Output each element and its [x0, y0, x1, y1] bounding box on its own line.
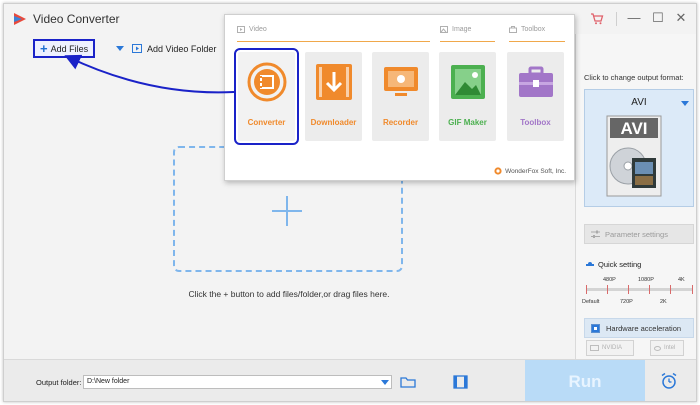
gif-maker-icon: [451, 65, 485, 99]
quality-mark[interactable]: [670, 285, 671, 294]
add-files-dropdown-arrow[interactable]: [116, 46, 124, 51]
category-toolbox-label: Toolbox: [521, 26, 546, 33]
svg-text:AVI: AVI: [620, 119, 647, 138]
tile-gif-maker[interactable]: GIF Maker: [439, 52, 496, 141]
intel-option[interactable]: Intel: [650, 340, 684, 356]
quality-slider-marks[interactable]: [586, 285, 693, 294]
tile-recorder[interactable]: Recorder: [372, 52, 429, 141]
output-folder-label: Output folder:: [36, 378, 82, 387]
minimize-button[interactable]: —: [625, 10, 643, 26]
maximize-button[interactable]: ☐: [649, 10, 667, 26]
output-format-label: Click to change output format:: [584, 73, 684, 82]
avi-format-icon: AVI: [606, 115, 662, 197]
titlebar-separator: [616, 12, 617, 26]
category-image-line: [440, 41, 495, 42]
intel-icon: [654, 345, 661, 351]
add-video-folder-label: Add Video Folder: [147, 43, 217, 54]
add-files-label: Add Files: [50, 43, 89, 54]
tile-converter[interactable]: Converter: [234, 48, 299, 145]
nvidia-label: NVIDIA: [602, 345, 623, 351]
app-title: Video Converter: [33, 12, 120, 26]
alarm-clock-icon[interactable]: [660, 372, 678, 390]
quality-mark[interactable]: [649, 285, 650, 294]
quality-tick-4k: 4K: [678, 277, 685, 283]
quality-mark[interactable]: [692, 285, 693, 294]
nvidia-icon: [590, 345, 599, 351]
output-format-selector[interactable]: AVI AVI: [584, 89, 694, 207]
tile-converter-label: Converter: [247, 118, 286, 127]
output-media-icon[interactable]: [453, 375, 468, 389]
tile-toolbox[interactable]: Toolbox: [507, 52, 564, 141]
converter-icon: [247, 62, 287, 102]
close-button[interactable]: ✕: [672, 10, 690, 26]
drop-plus-icon-vertical[interactable]: [286, 196, 288, 226]
folder-video-icon: [132, 44, 142, 53]
toolbox-category-icon: [509, 26, 517, 33]
parameter-settings-button[interactable]: Parameter settings: [584, 224, 694, 244]
nvidia-option[interactable]: NVIDIA: [586, 340, 634, 356]
add-files-button[interactable]: + Add Files: [33, 39, 95, 58]
quality-mark[interactable]: [628, 285, 629, 294]
category-video: Video: [237, 26, 267, 33]
quick-setting-label: Quick setting: [598, 260, 642, 269]
intel-label: Intel: [664, 345, 676, 351]
app-logo-icon: [14, 13, 26, 25]
video-category-icon: [237, 26, 245, 33]
image-category-icon: [440, 26, 448, 33]
open-folder-icon[interactable]: [400, 375, 416, 389]
tile-toolbox-label: Toolbox: [520, 118, 551, 127]
quick-setting-icon: [586, 261, 594, 266]
download-icon: [316, 64, 352, 100]
plus-icon: +: [40, 40, 48, 56]
quality-tick-480p: 480P: [603, 277, 616, 283]
wonderfox-logo-icon: [494, 167, 502, 175]
recorder-icon: [384, 67, 418, 96]
launcher-footer-text: WonderFox Soft, Inc.: [505, 167, 566, 175]
hardware-acceleration-label: Hardware acceleration: [606, 323, 682, 333]
category-toolbox: Toolbox: [509, 26, 545, 33]
quality-tick-2k: 2K: [660, 299, 667, 305]
hardware-acceleration-toggle[interactable]: Hardware acceleration: [584, 318, 694, 338]
toolbox-icon: [519, 66, 553, 97]
parameter-settings-label: Parameter settings: [605, 229, 668, 239]
cart-icon[interactable]: [590, 12, 604, 25]
category-image-label: Image: [452, 26, 472, 33]
run-button[interactable]: Run: [525, 360, 645, 401]
hardware-acceleration-checkbox[interactable]: [591, 323, 600, 333]
quick-setting-header: Quick setting: [586, 260, 641, 269]
category-toolbox-line: [509, 41, 565, 42]
add-video-folder-button[interactable]: Add Video Folder: [132, 43, 216, 54]
quality-mark[interactable]: [607, 285, 608, 294]
tile-downloader-label: Downloader: [310, 118, 357, 127]
quality-mark[interactable]: [586, 285, 587, 294]
output-folder-input[interactable]: D:\New folder: [83, 375, 392, 389]
tile-recorder-label: Recorder: [382, 118, 419, 127]
quality-tick-1080p: 1080P: [638, 277, 654, 283]
settings-sliders-icon: [591, 230, 600, 238]
quality-tick-720p: 720P: [620, 299, 633, 305]
quality-tick-default: Default: [582, 299, 600, 305]
launcher-footer: WonderFox Soft, Inc.: [494, 167, 566, 175]
category-video-label: Video: [249, 26, 267, 33]
category-image: Image: [440, 26, 471, 33]
output-settings-panel: Click to change output format: AVI AVI P…: [575, 34, 696, 359]
drop-hint: Click the + button to add files/folder,o…: [188, 289, 390, 299]
launcher-menu: Video Image Toolbox Converter Downloader…: [224, 14, 575, 181]
category-video-line: [237, 41, 430, 42]
app-window: Video Converter — ☐ ✕ + Add Files Add Vi…: [3, 3, 697, 402]
bottom-bar: Output folder: D:\New folder Run: [4, 359, 696, 401]
tile-gif-maker-label: GIF Maker: [448, 118, 487, 127]
output-folder-dropdown-arrow[interactable]: [381, 380, 389, 385]
format-dropdown-arrow[interactable]: [681, 101, 689, 106]
tile-downloader[interactable]: Downloader: [305, 52, 362, 141]
output-format-name: AVI: [631, 97, 647, 108]
